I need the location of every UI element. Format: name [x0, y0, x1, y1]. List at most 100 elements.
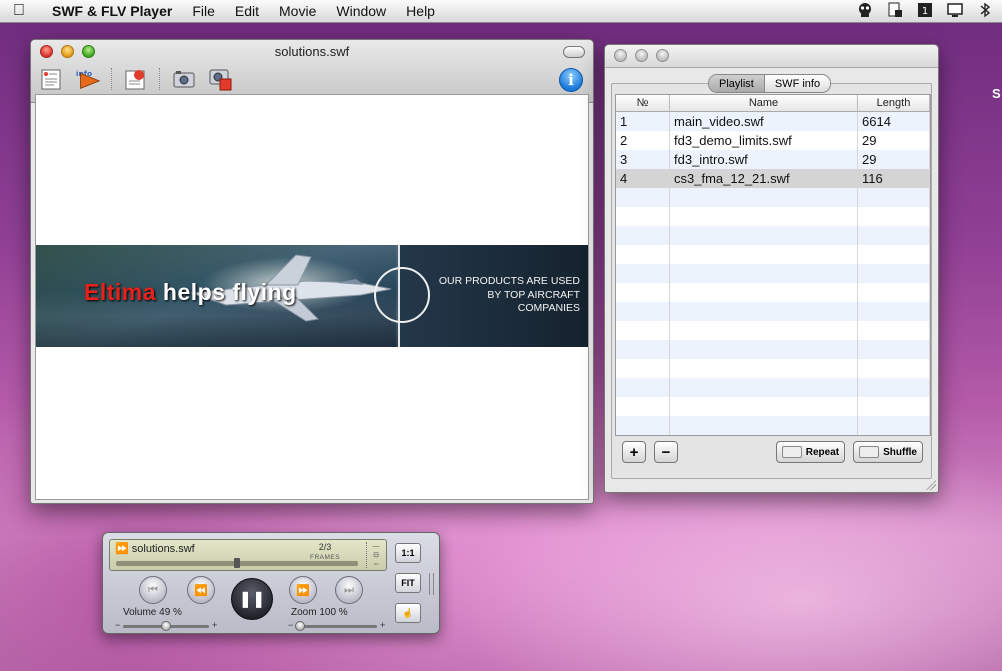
pause-button[interactable]: ❚❚ — [231, 578, 273, 620]
spaces-status-icon[interactable]: 1 — [916, 2, 934, 18]
table-row[interactable]: 1 main_video.swf 6614 — [616, 112, 930, 131]
empty-row — [616, 226, 930, 245]
playlist-tab-pane: № Name Length 1 main_video.swf 6614 2 fd3_de… — [611, 83, 932, 479]
add-item-button[interactable]: + — [622, 441, 646, 463]
cell-name — [670, 264, 858, 283]
lcd-mode-icon[interactable]: ⎯⎯ ⊟ ▫▫ — [366, 542, 385, 568]
rewind-button[interactable]: ⏪ — [187, 576, 215, 604]
cell-number — [616, 207, 670, 226]
cell-length — [858, 416, 930, 435]
empty-row — [616, 302, 930, 321]
zoom-minus: − — [288, 620, 294, 630]
frames-label: FRAMES — [310, 554, 341, 561]
alien-status-icon[interactable] — [856, 2, 874, 18]
playlist-table: № Name Length 1 main_video.swf 6614 2 fd3_de… — [615, 94, 931, 436]
cell-number — [616, 283, 670, 302]
volume-thumb[interactable] — [161, 621, 172, 631]
skip-back-button[interactable]: ⏮ — [139, 576, 167, 604]
remove-item-button[interactable]: − — [654, 441, 678, 463]
cell-number — [616, 188, 670, 207]
cell-name — [670, 226, 858, 245]
table-header: № Name Length — [616, 95, 930, 112]
cell-length — [858, 245, 930, 264]
bluetooth-icon[interactable] — [976, 2, 994, 18]
shuffle-icon — [859, 446, 880, 458]
cell-length — [858, 226, 930, 245]
playlist-titlebar[interactable] — [605, 45, 938, 68]
playback-arrow-icon[interactable]: info — [75, 66, 101, 92]
playlist-close-button[interactable] — [614, 49, 627, 62]
fit-button[interactable]: FIT — [395, 573, 421, 593]
tab-swf-info[interactable]: SWF info — [763, 75, 830, 92]
cell-length — [858, 207, 930, 226]
cell-name — [670, 416, 858, 435]
playlist-minimize-button[interactable] — [635, 49, 648, 62]
cell-number — [616, 359, 670, 378]
menu-file[interactable]: File — [182, 3, 225, 19]
table-row[interactable]: 2 fd3_demo_limits.swf 29 — [616, 131, 930, 150]
player-toolbar: info — [39, 66, 233, 92]
table-body: 1 main_video.swf 6614 2 fd3_demo_limits.swf 2… — [616, 112, 930, 435]
cell-number: 1 — [616, 112, 670, 131]
cell-name — [670, 188, 858, 207]
zoom-thumb[interactable] — [295, 621, 306, 631]
menu-window[interactable]: Window — [326, 3, 396, 19]
progress-thumb[interactable] — [234, 558, 240, 568]
menu-movie[interactable]: Movie — [269, 3, 326, 19]
zoom-slider[interactable] — [295, 625, 377, 628]
table-row[interactable]: 4 cs3_fma_12_21.swf 116 — [616, 169, 930, 188]
record-camera-icon[interactable] — [207, 66, 233, 92]
cell-length: 6614 — [858, 112, 930, 131]
resize-grip[interactable] — [926, 480, 936, 490]
table-row[interactable]: 3 fd3_intro.swf 29 — [616, 150, 930, 169]
playlist-tabs: Playlist SWF info — [708, 74, 832, 93]
repeat-button[interactable]: Repeat — [775, 441, 846, 463]
playlist-window-controls — [614, 49, 669, 62]
cell-length — [858, 264, 930, 283]
menu-app-name[interactable]: SWF & FLV Player — [38, 3, 182, 19]
open-file-icon[interactable] — [39, 66, 65, 92]
actual-size-button[interactable]: 1:1 — [395, 543, 421, 563]
hand-tool-button[interactable]: ☝ — [395, 603, 421, 623]
cell-length — [858, 302, 930, 321]
flash-banner[interactable]: Eltima helps flying OUR PRODUCTS ARE USE… — [36, 245, 588, 347]
column-header-number[interactable]: № — [616, 95, 670, 111]
column-header-length[interactable]: Length — [858, 95, 930, 111]
play-indicator-icon: ⏩ — [115, 543, 129, 555]
menu-help[interactable]: Help — [396, 3, 445, 19]
tab-playlist[interactable]: Playlist — [709, 75, 764, 92]
cell-name: fd3_demo_limits.swf — [670, 131, 858, 150]
slogan-brand: Eltima — [84, 279, 157, 305]
screenshot-camera-icon[interactable] — [171, 66, 197, 92]
shuffle-label: Shuffle — [883, 446, 917, 458]
fast-forward-button[interactable]: ⏩ — [289, 576, 317, 604]
cell-length — [858, 340, 930, 359]
info-button[interactable]: i — [559, 68, 583, 92]
current-filename: ⏩ solutions.swf — [115, 542, 195, 555]
playlist-zoom-button[interactable] — [656, 49, 669, 62]
toolbar-toggle-button[interactable] — [563, 46, 585, 58]
cell-number: 4 — [616, 169, 670, 188]
skip-forward-button[interactable]: ⏭ — [335, 576, 363, 604]
cell-length — [858, 283, 930, 302]
menu-edit[interactable]: Edit — [225, 3, 269, 19]
volume-label: Volume 49 % — [123, 607, 182, 618]
clipboard-status-icon[interactable] — [886, 2, 904, 18]
apple-menu-icon[interactable]:  — [0, 2, 38, 20]
shuffle-button[interactable]: Shuffle — [853, 441, 923, 463]
display-status-icon[interactable] — [946, 2, 964, 18]
flash-stage[interactable]: Eltima helps flying OUR PRODUCTS ARE USE… — [35, 94, 589, 500]
column-header-name[interactable]: Name — [670, 95, 858, 111]
cell-name — [670, 283, 858, 302]
cell-name — [670, 378, 858, 397]
zoom-label: Zoom 100 % — [291, 607, 348, 618]
cell-name — [670, 302, 858, 321]
empty-row — [616, 245, 930, 264]
cell-number — [616, 226, 670, 245]
controller-grip[interactable] — [429, 573, 434, 595]
volume-plus: + — [212, 620, 218, 630]
cell-length — [858, 359, 930, 378]
playback-controller: ⏩ solutions.swf 2/3 FRAMES ⎯⎯ ⊟ ▫▫ ⏮ ⏪ ❚❚ ⏩… — [102, 532, 440, 634]
settings-icon[interactable] — [123, 66, 149, 92]
svg-text:1: 1 — [922, 6, 928, 17]
